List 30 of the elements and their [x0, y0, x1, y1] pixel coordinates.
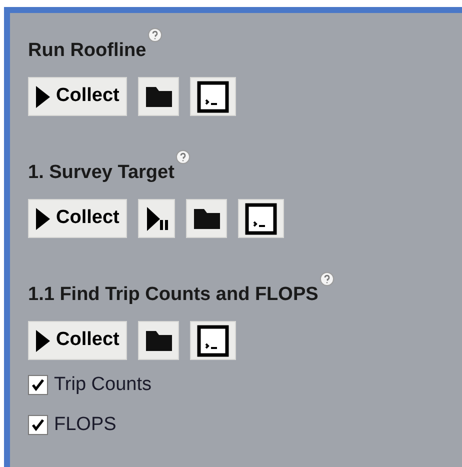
folder-icon — [194, 208, 220, 228]
folder-icon — [146, 330, 172, 350]
terminal-button[interactable] — [190, 321, 236, 360]
folder-icon — [146, 86, 172, 106]
terminal-button[interactable] — [190, 77, 236, 116]
help-icon[interactable] — [320, 272, 334, 286]
collect-button[interactable]: Collect — [28, 199, 128, 238]
play-icon — [36, 330, 50, 352]
folder-button[interactable] — [138, 77, 180, 116]
terminal-icon — [197, 80, 230, 112]
checkbox[interactable] — [28, 375, 48, 396]
section-title: Run Roofline — [28, 40, 146, 62]
section-title: 1. Survey Target — [28, 162, 174, 184]
play-pause-icon — [144, 206, 169, 230]
checkbox-label: Trip Counts — [54, 373, 152, 397]
checkbox[interactable] — [28, 414, 48, 435]
terminal-icon — [245, 202, 278, 234]
terminal-icon — [197, 324, 230, 356]
run-pause-button[interactable] — [138, 199, 176, 238]
section-title: 1.1 Find Trip Counts and FLOPS — [28, 284, 318, 306]
help-icon[interactable] — [176, 150, 190, 164]
play-icon — [36, 208, 50, 230]
folder-button[interactable] — [186, 199, 228, 238]
help-icon[interactable] — [148, 28, 162, 42]
terminal-button[interactable] — [238, 199, 284, 238]
collect-button[interactable]: Collect — [28, 77, 128, 116]
folder-button[interactable] — [138, 321, 180, 360]
collect-button[interactable]: Collect — [28, 321, 128, 360]
checkbox-label: FLOPS — [54, 412, 116, 436]
play-icon — [36, 86, 50, 108]
